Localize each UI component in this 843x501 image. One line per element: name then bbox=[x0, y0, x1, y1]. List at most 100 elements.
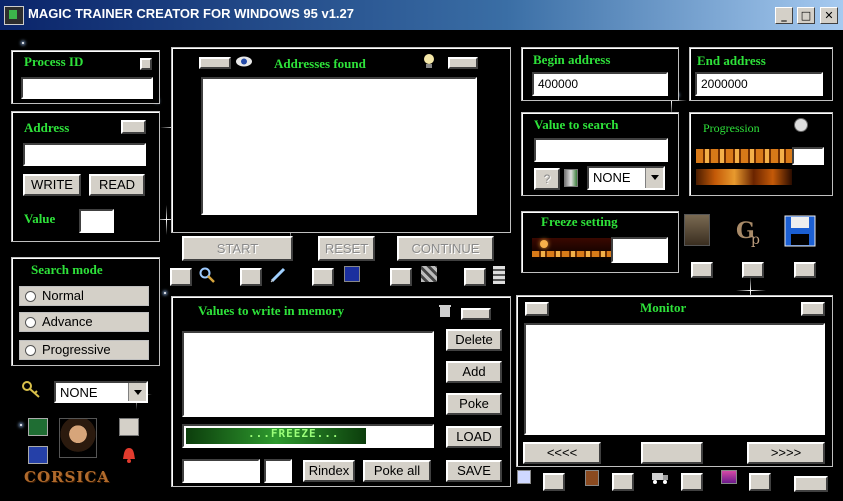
write-button[interactable]: WRITE bbox=[23, 174, 81, 196]
scroll-map-icon[interactable] bbox=[585, 470, 599, 486]
binary-icon[interactable] bbox=[684, 214, 710, 246]
bulb-icon[interactable] bbox=[422, 53, 436, 69]
addresses-toggle-left[interactable] bbox=[199, 57, 231, 69]
book-icon[interactable] bbox=[721, 470, 737, 484]
bell-icon[interactable] bbox=[119, 446, 139, 464]
write-address-field[interactable] bbox=[182, 459, 260, 483]
process-id-toggle[interactable] bbox=[140, 58, 152, 70]
type-select[interactable]: NONE bbox=[54, 381, 148, 403]
write-memory-toggle[interactable] bbox=[461, 308, 491, 320]
monitor-middle-button[interactable] bbox=[641, 442, 703, 464]
tool-button-6[interactable] bbox=[691, 262, 713, 278]
radio-progressive[interactable]: Progressive bbox=[19, 340, 149, 360]
layers-icon[interactable] bbox=[28, 418, 48, 436]
addresses-toggle-right[interactable] bbox=[448, 57, 478, 69]
tool-button-5[interactable] bbox=[464, 268, 486, 286]
chevron-down-icon[interactable] bbox=[645, 168, 663, 188]
truck-icon[interactable] bbox=[651, 470, 669, 484]
fire-decoration bbox=[696, 169, 792, 185]
grid-icon[interactable] bbox=[421, 266, 437, 282]
tool-button-3[interactable] bbox=[312, 268, 334, 286]
poke-all-button[interactable]: Poke all bbox=[363, 460, 431, 482]
chevron-down-icon[interactable] bbox=[128, 383, 146, 401]
trash-icon[interactable] bbox=[439, 304, 451, 318]
tool-button-2[interactable] bbox=[240, 268, 262, 286]
value-search-field[interactable] bbox=[534, 138, 668, 162]
process-id-field[interactable] bbox=[21, 77, 153, 99]
monitor-screen-icon[interactable] bbox=[344, 266, 360, 282]
calculator-icon[interactable] bbox=[28, 446, 48, 464]
window-title: MAGIC TRAINER CREATOR FOR WINDOWS 95 v1.… bbox=[28, 6, 354, 21]
monitor-toggle-right[interactable] bbox=[801, 302, 825, 316]
process-id-title: Process ID bbox=[24, 54, 84, 69]
read-button[interactable]: READ bbox=[89, 174, 145, 196]
freeze-progress-fill: ...FREEZE... bbox=[186, 428, 366, 444]
tool-button-8[interactable] bbox=[794, 262, 816, 278]
begin-address-field[interactable]: 400000 bbox=[532, 72, 668, 96]
floppy-disk-icon[interactable] bbox=[783, 214, 817, 248]
monitor-title: Monitor bbox=[640, 300, 687, 315]
radio-advance[interactable]: Advance bbox=[19, 312, 149, 332]
address-field[interactable] bbox=[23, 143, 146, 166]
end-address-panel: End address 2000000 bbox=[689, 47, 833, 101]
end-address-field[interactable]: 2000000 bbox=[695, 72, 823, 96]
tool-button-9[interactable] bbox=[543, 473, 565, 491]
monitor-toggle-left[interactable] bbox=[525, 302, 549, 316]
close-button[interactable]: ✕ bbox=[820, 7, 838, 24]
progression-title: Progression bbox=[703, 121, 760, 135]
tool-button-13[interactable] bbox=[794, 476, 828, 492]
type-select-value: NONE bbox=[60, 385, 98, 400]
save-button[interactable]: SAVE bbox=[446, 460, 502, 482]
corsica-logo: CORSICA bbox=[24, 468, 110, 486]
magnifier-icon[interactable] bbox=[199, 267, 215, 283]
radio-normal[interactable]: Normal bbox=[19, 286, 149, 306]
value-type-select-value: NONE bbox=[593, 170, 631, 185]
value-field[interactable] bbox=[79, 209, 114, 233]
rindex-button[interactable]: Rindex bbox=[303, 460, 355, 482]
value-type-select[interactable]: NONE bbox=[587, 166, 665, 190]
search-mode-panel: Search mode Normal Advance Progressive bbox=[11, 257, 160, 366]
start-button[interactable]: START bbox=[182, 236, 293, 261]
addresses-list[interactable] bbox=[201, 77, 477, 215]
tool-button-4[interactable] bbox=[390, 268, 412, 286]
address-toggle[interactable] bbox=[121, 120, 146, 134]
address-panel: Address WRITE READ Value bbox=[11, 111, 160, 242]
load-button[interactable]: LOAD bbox=[446, 426, 502, 448]
star-decoration bbox=[20, 424, 22, 426]
clock-icon bbox=[794, 118, 808, 132]
tool-button-7[interactable] bbox=[742, 262, 764, 278]
eye-icon[interactable] bbox=[235, 55, 253, 68]
star-decoration bbox=[22, 42, 24, 44]
minimize-button[interactable]: _ bbox=[775, 7, 793, 24]
title-bar[interactable]: MAGIC TRAINER CREATOR FOR WINDOWS 95 v1.… bbox=[0, 0, 843, 30]
poke-button[interactable]: Poke bbox=[446, 393, 502, 415]
syringe-icon[interactable] bbox=[270, 267, 286, 283]
monitor-prev-button[interactable]: <<<< bbox=[523, 442, 601, 464]
write-value-field[interactable] bbox=[264, 459, 292, 483]
chart-icon[interactable] bbox=[517, 470, 531, 484]
maximize-button[interactable]: □ bbox=[797, 7, 815, 24]
tool-button-12[interactable] bbox=[749, 473, 771, 491]
add-button[interactable]: Add bbox=[446, 361, 502, 383]
monitor-next-button[interactable]: >>>> bbox=[747, 442, 825, 464]
svg-text:p: p bbox=[751, 232, 760, 248]
disk-icon[interactable] bbox=[119, 418, 139, 436]
gp-logo-icon[interactable]: Gp bbox=[734, 214, 764, 248]
monitor-display[interactable] bbox=[524, 323, 825, 435]
write-memory-list[interactable] bbox=[182, 331, 434, 417]
tool-button-11[interactable] bbox=[681, 473, 703, 491]
delete-button[interactable]: Delete bbox=[446, 329, 502, 351]
tool-button-1[interactable] bbox=[170, 268, 192, 286]
help-button[interactable]: ? bbox=[534, 168, 560, 190]
freeze-setting-field[interactable] bbox=[611, 237, 668, 263]
scroll-icon[interactable] bbox=[493, 266, 505, 284]
battery-icon[interactable] bbox=[564, 169, 578, 187]
value-label: Value bbox=[24, 211, 56, 226]
reset-button[interactable]: RESET bbox=[318, 236, 375, 261]
tool-button-10[interactable] bbox=[612, 473, 634, 491]
key-icon[interactable] bbox=[21, 380, 41, 398]
freeze-progress-bar: ...FREEZE... bbox=[182, 424, 434, 448]
begin-address-panel: Begin address 400000 bbox=[521, 47, 679, 101]
continue-button[interactable]: CONTINUE bbox=[397, 236, 494, 261]
begin-address-title: Begin address bbox=[533, 52, 611, 67]
